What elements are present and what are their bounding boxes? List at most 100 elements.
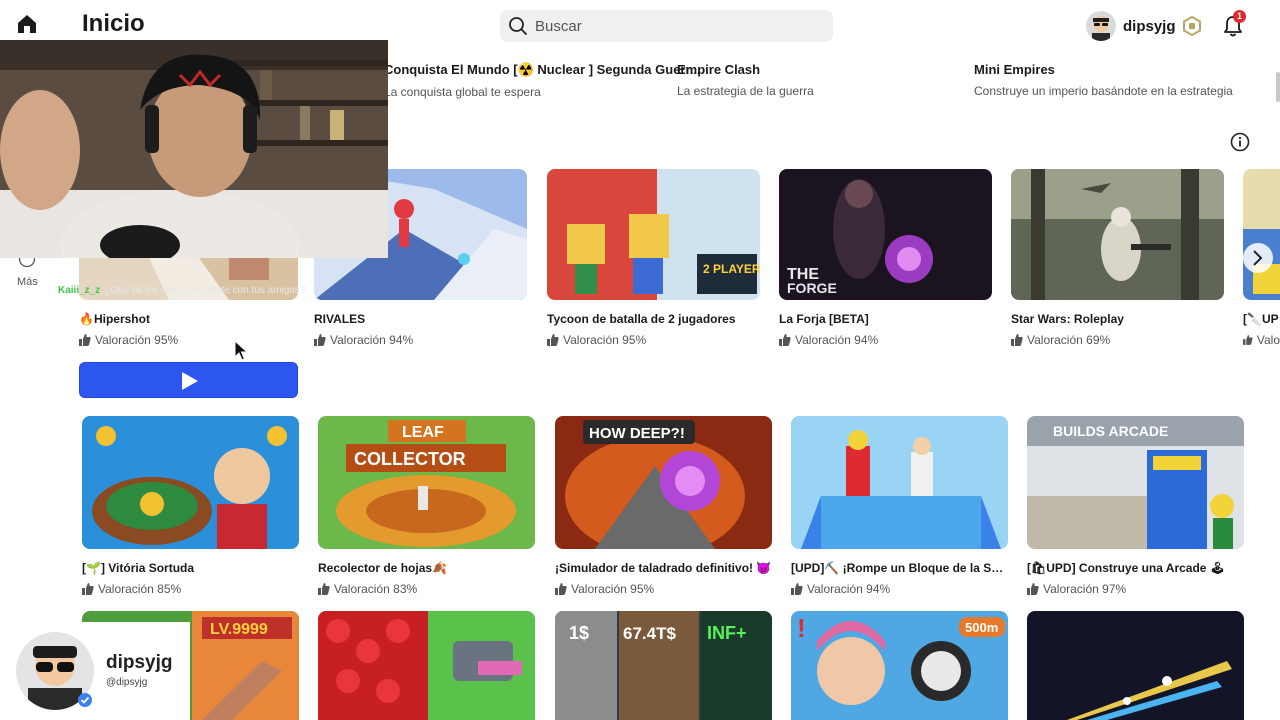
info-icon[interactable] (1230, 132, 1250, 152)
rating-text: Valoración 94% (795, 333, 879, 347)
strip-item-title: Conquista El Mundo [☢️ Nuclear ] Segunda… (384, 62, 701, 77)
game-title[interactable]: Tycoon de batalla de 2 jugadores (547, 312, 760, 326)
game-rating: Valoración 94% (779, 333, 992, 347)
game-thumbnail-image: 500m ! (791, 611, 1008, 720)
scrollbar-thumb[interactable] (1276, 72, 1280, 102)
game-card-row3-4[interactable]: 500m ! (791, 611, 1008, 720)
game-thumbnail[interactable]: HOW DEEP?! (555, 416, 772, 549)
username[interactable]: dipsyjg (1123, 18, 1176, 35)
thumbs-up-icon (1027, 583, 1039, 595)
game-card-rompe-bloque[interactable]: [UPD]⛏️ ¡Rompe un Bloque de la Suer... V… (791, 416, 1008, 596)
webcam-feed-illustration (0, 40, 388, 258)
game-thumbnail-image (318, 611, 535, 720)
rating-text: Valoración 97% (1043, 582, 1127, 596)
game-title[interactable]: RIVALES (314, 312, 527, 326)
game-card-taladrado[interactable]: HOW DEEP?! ¡Simulador de taladrado defin… (555, 416, 772, 596)
rating-text: Valoración 95% (95, 333, 179, 347)
thumbs-up-icon (779, 334, 791, 346)
game-thumbnail[interactable] (1243, 169, 1280, 300)
game-thumbnail-image: LEAF COLLECTOR (318, 416, 535, 549)
thumbs-up-icon (82, 583, 94, 595)
thumbs-up-icon (791, 583, 803, 595)
game-card-vitoria-sortuda[interactable]: [🌱] Vitória Sortuda Valoración 85% (82, 416, 299, 596)
streamer-profile-overlay: dipsyjg @dipsyjg (0, 622, 190, 720)
svg-text:1$: 1$ (569, 623, 589, 643)
stream-chat-message: Kaiii_z_z ¿Que tal los dias que saliste c… (58, 285, 305, 296)
chat-text: ¿Que tal los dias que saliste con tus am… (104, 285, 306, 296)
game-thumbnail[interactable]: 1$ 67.4T$ INF+ (555, 611, 772, 720)
strip-item-title: Mini Empires (974, 62, 1055, 77)
user-chip[interactable]: dipsyjg (1086, 10, 1176, 42)
notification-badge: 1 (1233, 10, 1246, 23)
robux-icon[interactable] (1182, 16, 1202, 36)
carousel-next-button[interactable] (1243, 243, 1273, 273)
game-thumbnail[interactable] (318, 611, 535, 720)
rating-text: Valo (1256, 333, 1280, 347)
svg-text:HOW DEEP?!: HOW DEEP?! (589, 425, 685, 442)
search-input[interactable] (535, 10, 825, 42)
game-title[interactable]: [🛍UPD] Construye una Arcade 🕹 (1027, 561, 1244, 575)
game-title[interactable]: Star Wars: Roleplay (1011, 312, 1224, 326)
game-title[interactable]: [🔪UP (1243, 312, 1280, 326)
verified-badge-icon (78, 693, 92, 707)
thumbs-up-icon (79, 334, 91, 346)
sidebar-more-label[interactable]: Más (17, 276, 38, 288)
game-card-hipershot[interactable]: 🔥Hipershot Valoración 95% (79, 258, 298, 347)
game-thumbnail[interactable]: 2 PLAYER (547, 169, 760, 300)
game-rating: Valoración 97% (1027, 582, 1244, 596)
game-thumbnail[interactable] (1027, 611, 1244, 720)
game-thumbnail-image (82, 416, 299, 549)
game-title[interactable]: [🌱] Vitória Sortuda (82, 561, 299, 575)
home-icon[interactable] (15, 12, 39, 36)
svg-text:BUILDS ARCADE: BUILDS ARCADE (1053, 423, 1168, 439)
game-card-la-forja[interactable]: THE FORGE La Forja [BETA] Valoración 94% (779, 169, 992, 347)
game-title[interactable]: Recolector de hojas🍂 (318, 561, 535, 575)
game-thumbnail-image (791, 416, 1008, 549)
page-title: Inicio (82, 10, 145, 37)
strip-item-title: Empire Clash (677, 62, 761, 77)
game-rating: Valoración 95% (555, 582, 772, 596)
game-card-tycoon[interactable]: 2 PLAYER Tycoon de batalla de 2 jugadore… (547, 169, 760, 347)
game-card-star-wars[interactable]: Star Wars: Roleplay Valoración 69% (1011, 169, 1224, 347)
strip-item-empire-clash[interactable]: Empire Clash La estrategia de la guerra (677, 62, 814, 98)
chat-username: Kaiii_z_z (58, 285, 101, 296)
svg-text:LV.9999: LV.9999 (210, 621, 268, 638)
strip-item-subtitle: Construye un imperio basándote en la est… (974, 84, 1233, 98)
game-thumbnail-image (1243, 169, 1280, 300)
game-card-leaf-collector[interactable]: LEAF COLLECTOR Recolector de hojas🍂 Valo… (318, 416, 535, 596)
play-button[interactable] (79, 362, 298, 398)
game-card-arcade[interactable]: BUILDS ARCADE [🛍UPD] Construye una Arcad… (1027, 416, 1244, 596)
game-title[interactable]: 🔥Hipershot (79, 312, 298, 326)
game-thumbnail[interactable] (1011, 169, 1224, 300)
game-thumbnail[interactable]: 500m ! (791, 611, 1008, 720)
game-thumbnail[interactable] (791, 416, 1008, 549)
game-thumbnail-image: BUILDS ARCADE (1027, 416, 1244, 549)
search-bar[interactable] (500, 10, 833, 42)
avatar[interactable] (1086, 11, 1116, 41)
thumbs-up-icon (1011, 334, 1023, 346)
game-title[interactable]: ¡Simulador de taladrado definitivo! 😈 (555, 561, 772, 575)
game-rating: Valoración 69% (1011, 333, 1224, 347)
game-title[interactable]: [UPD]⛏️ ¡Rompe un Bloque de la Suer... (791, 561, 1008, 575)
game-card-row3-2[interactable] (318, 611, 535, 720)
strip-item-conquista[interactable]: Conquista El Mundo [☢️ Nuclear ] Segunda… (384, 62, 701, 99)
svg-text:67.4T$: 67.4T$ (623, 624, 676, 643)
rating-text: Valoración 83% (334, 582, 418, 596)
rating-text: Valoración 95% (571, 582, 655, 596)
strip-item-subtitle: La estrategia de la guerra (677, 84, 814, 98)
thumbs-up-icon (1243, 335, 1253, 345)
game-thumbnail[interactable] (82, 416, 299, 549)
game-title[interactable]: La Forja [BETA] (779, 312, 992, 326)
rating-text: Valoración 94% (807, 582, 891, 596)
play-icon (182, 372, 198, 390)
thumbs-up-icon (314, 334, 326, 346)
svg-text:LEAF: LEAF (402, 424, 444, 441)
game-thumbnail[interactable]: THE FORGE (779, 169, 992, 300)
home-page: Inicio dipsyjg (0, 0, 1280, 720)
game-card-row3-5[interactable] (1027, 611, 1244, 720)
strip-item-subtitle: La conquista global te espera (384, 85, 541, 99)
game-thumbnail[interactable]: BUILDS ARCADE (1027, 416, 1244, 549)
strip-item-mini-empires[interactable]: Mini Empires Construye un imperio basánd… (974, 62, 1233, 98)
game-thumbnail[interactable]: LEAF COLLECTOR (318, 416, 535, 549)
game-card-row3-3[interactable]: 1$ 67.4T$ INF+ (555, 611, 772, 720)
